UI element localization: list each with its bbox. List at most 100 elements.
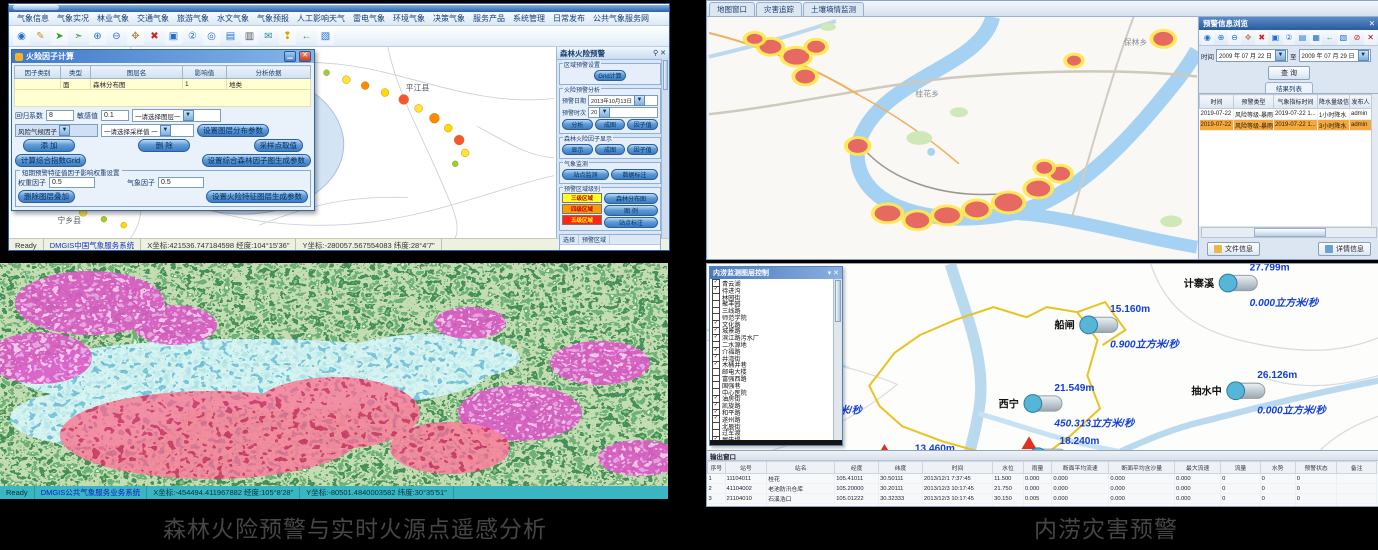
rain-risk-map[interactable]: 桂花乡保林乡: [707, 17, 1199, 259]
weight-input[interactable]: 0.5: [49, 177, 95, 188]
analysis-button[interactable]: 因子值: [627, 119, 658, 130]
status-system-link[interactable]: DMGIS中国气象服务系统: [44, 239, 142, 251]
warning-col-header[interactable]: 气象指标时间: [1274, 95, 1318, 109]
layer-param-button[interactable]: 设置图层分布参数: [197, 124, 269, 137]
warning-col-header[interactable]: 时间: [1200, 95, 1234, 109]
map-tab[interactable]: 灾害追踪: [756, 2, 802, 16]
menu-item[interactable]: 服务产品: [469, 13, 509, 24]
page2-icon[interactable]: ②: [184, 28, 201, 45]
level-action-button[interactable]: 图 例: [604, 205, 658, 216]
close-icon[interactable]: ✕: [833, 269, 839, 277]
forest-param-button[interactable]: 设置综合森林因子图生成参数: [202, 154, 312, 167]
grid-calc-button[interactable]: 计算综合指数Grid: [15, 154, 86, 167]
menu-item[interactable]: 日常发布: [549, 13, 589, 24]
fax-icon[interactable]: ✉: [260, 28, 277, 45]
warning-date-value[interactable]: 2013年10月13日: [591, 97, 632, 105]
map-icon[interactable]: ▧: [317, 28, 334, 45]
output-col-header[interactable]: 站号: [725, 462, 767, 474]
overlay-button[interactable]: 删除图层叠加: [18, 190, 75, 203]
output-col-header[interactable]: 雨量: [1023, 462, 1052, 474]
detail-info-button[interactable]: 详情信息: [1318, 242, 1371, 256]
factor-table[interactable]: 因子类别类型图层名影响值分析依据 面森林分布图1地类: [14, 65, 311, 107]
chevron-down-icon[interactable]: ▼: [634, 95, 645, 106]
page2-icon[interactable]: ②: [1283, 31, 1296, 45]
globe-icon[interactable]: ◉: [1201, 31, 1214, 45]
window-title-bar[interactable]: [9, 5, 669, 12]
collapse-icon[interactable]: ▾: [828, 269, 832, 277]
add-button[interactable]: 添 加: [23, 139, 75, 152]
close-icon[interactable]: ✕: [660, 49, 666, 57]
chevron-down-icon[interactable]: ▼: [59, 125, 70, 136]
factor-cell[interactable]: 地类: [227, 79, 311, 90]
close-icon[interactable]: ✕: [1369, 19, 1375, 28]
chevron-down-icon[interactable]: ▼: [599, 107, 610, 118]
output-col-header[interactable]: 断面平均含沙量: [1109, 462, 1175, 474]
warning-table[interactable]: 时间预警类型气象指标时间降水量级信息发布人 2019-07-22 1...风险等…: [1199, 93, 1378, 226]
output-col-header[interactable]: 序号: [708, 462, 726, 474]
pin-icon[interactable]: ⚲: [653, 49, 658, 57]
back-icon[interactable]: ←: [298, 28, 315, 45]
grid-calc-button[interactable]: Grid计算: [594, 70, 625, 81]
flight-arrow-icon[interactable]: ➣: [70, 28, 87, 45]
close-icon[interactable]: ✕: [299, 51, 311, 62]
layer-select[interactable]: 一请选择图层一▼: [132, 109, 221, 122]
menu-item[interactable]: 气象信息: [13, 13, 53, 24]
menu-item[interactable]: 气象预报: [253, 13, 293, 24]
output-col-header[interactable]: 备注: [1337, 462, 1377, 474]
zoom-out-icon[interactable]: ⊖: [1228, 31, 1241, 45]
minimize-icon[interactable]: ▁: [284, 51, 296, 62]
chevron-down-icon[interactable]: ▼: [183, 110, 194, 121]
measure-icon[interactable]: ✎: [32, 28, 49, 45]
factor-col-header[interactable]: 影响值: [183, 66, 227, 79]
chevron-down-icon[interactable]: ▼: [160, 125, 171, 136]
station-data-table[interactable]: 序号站号站名经度纬度时间水位雨量断面平均流速断面平均含沙量最大流速流量水势预警状…: [707, 461, 1377, 507]
warning-row[interactable]: 2019-07-22 1...风险等级-暴雨2019-07-22 1...3小时…: [1200, 120, 1372, 131]
menu-item[interactable]: 雷电气象: [349, 13, 389, 24]
factor-col-header[interactable]: 图层名: [91, 66, 183, 79]
menu-item[interactable]: 林业气象: [93, 13, 133, 24]
warning-row[interactable]: 2019-07-22 1...风险等级-暴雨...2019-07-22 1...…: [1200, 109, 1372, 120]
station-row[interactable]: 321104010石溪浩口105.0122230.323332013/12/3 …: [708, 494, 1377, 504]
station-row[interactable]: 241104002老池防汛仓库105.2000030.201112013/12/…: [708, 484, 1377, 494]
output-col-header[interactable]: 流量: [1221, 462, 1260, 474]
menu-item[interactable]: 公共气象服务网: [589, 13, 653, 24]
chevron-down-icon[interactable]: ▼: [1275, 50, 1286, 61]
horizontal-scrollbar[interactable]: [1201, 227, 1377, 238]
station-row[interactable]: 111104011桂花105.4101130.501112013/12/1 7:…: [708, 474, 1377, 484]
layer-scrollbar[interactable]: [833, 279, 842, 440]
map-tab[interactable]: 土壤墒情监测: [803, 2, 864, 16]
output-col-header[interactable]: 纬度: [879, 462, 923, 474]
date-from-picker[interactable]: 2009 年 07 月 22 日▼: [1216, 49, 1288, 62]
menu-item[interactable]: 人工影响天气: [293, 13, 349, 24]
analysis-button[interactable]: 成图: [595, 119, 626, 130]
warning-col-header[interactable]: 降水量级信息: [1318, 95, 1350, 109]
sample-value-button[interactable]: 采样点取值: [254, 139, 304, 152]
menu-item[interactable]: 交通气象: [133, 13, 173, 24]
window-control-pill[interactable]: [13, 5, 59, 10]
output-col-header[interactable]: 水位: [993, 462, 1024, 474]
window-icon[interactable]: ▣: [165, 28, 182, 45]
station-row[interactable]: 411104012唐家渡105.3452530.403112013/12/1 7…: [708, 504, 1377, 508]
map-tab[interactable]: 地图窗口: [709, 2, 755, 16]
output-window-title[interactable]: 输出窗口: [707, 451, 1378, 461]
level-action-button[interactable]: 站点标注: [604, 217, 658, 228]
output-col-header[interactable]: 站名: [767, 462, 835, 474]
close-icon[interactable]: ✕: [1364, 31, 1377, 45]
level-action-button[interactable]: 森林分布图: [604, 193, 658, 204]
pan-icon[interactable]: ✥: [1242, 31, 1255, 45]
factor-cell[interactable]: [15, 79, 61, 90]
display-button[interactable]: 成图: [595, 144, 626, 155]
output-col-header[interactable]: 时间: [922, 462, 992, 474]
layer-item[interactable]: ✓ 犀牛堤: [712, 436, 833, 440]
back-icon[interactable]: ←: [1323, 31, 1336, 45]
menu-item[interactable]: 系统管理: [509, 13, 549, 24]
factor-cell[interactable]: 1: [183, 79, 227, 90]
file-info-button[interactable]: 文件信息: [1207, 242, 1260, 256]
sample-select[interactable]: 一请选择采样值 一▼: [101, 124, 194, 137]
layer-list[interactable]: ✓ 青云湖 ✓ 待进沟 林园街 聚丰园 三线路: [710, 279, 842, 440]
zoom-in-icon[interactable]: ⊕: [1215, 31, 1228, 45]
warning-col-header[interactable]: 发布人: [1350, 95, 1372, 109]
monitor-button[interactable]: 站点监测: [562, 169, 609, 180]
display-button[interactable]: 因子值: [627, 144, 658, 155]
query-button[interactable]: 查 询: [1268, 66, 1310, 80]
